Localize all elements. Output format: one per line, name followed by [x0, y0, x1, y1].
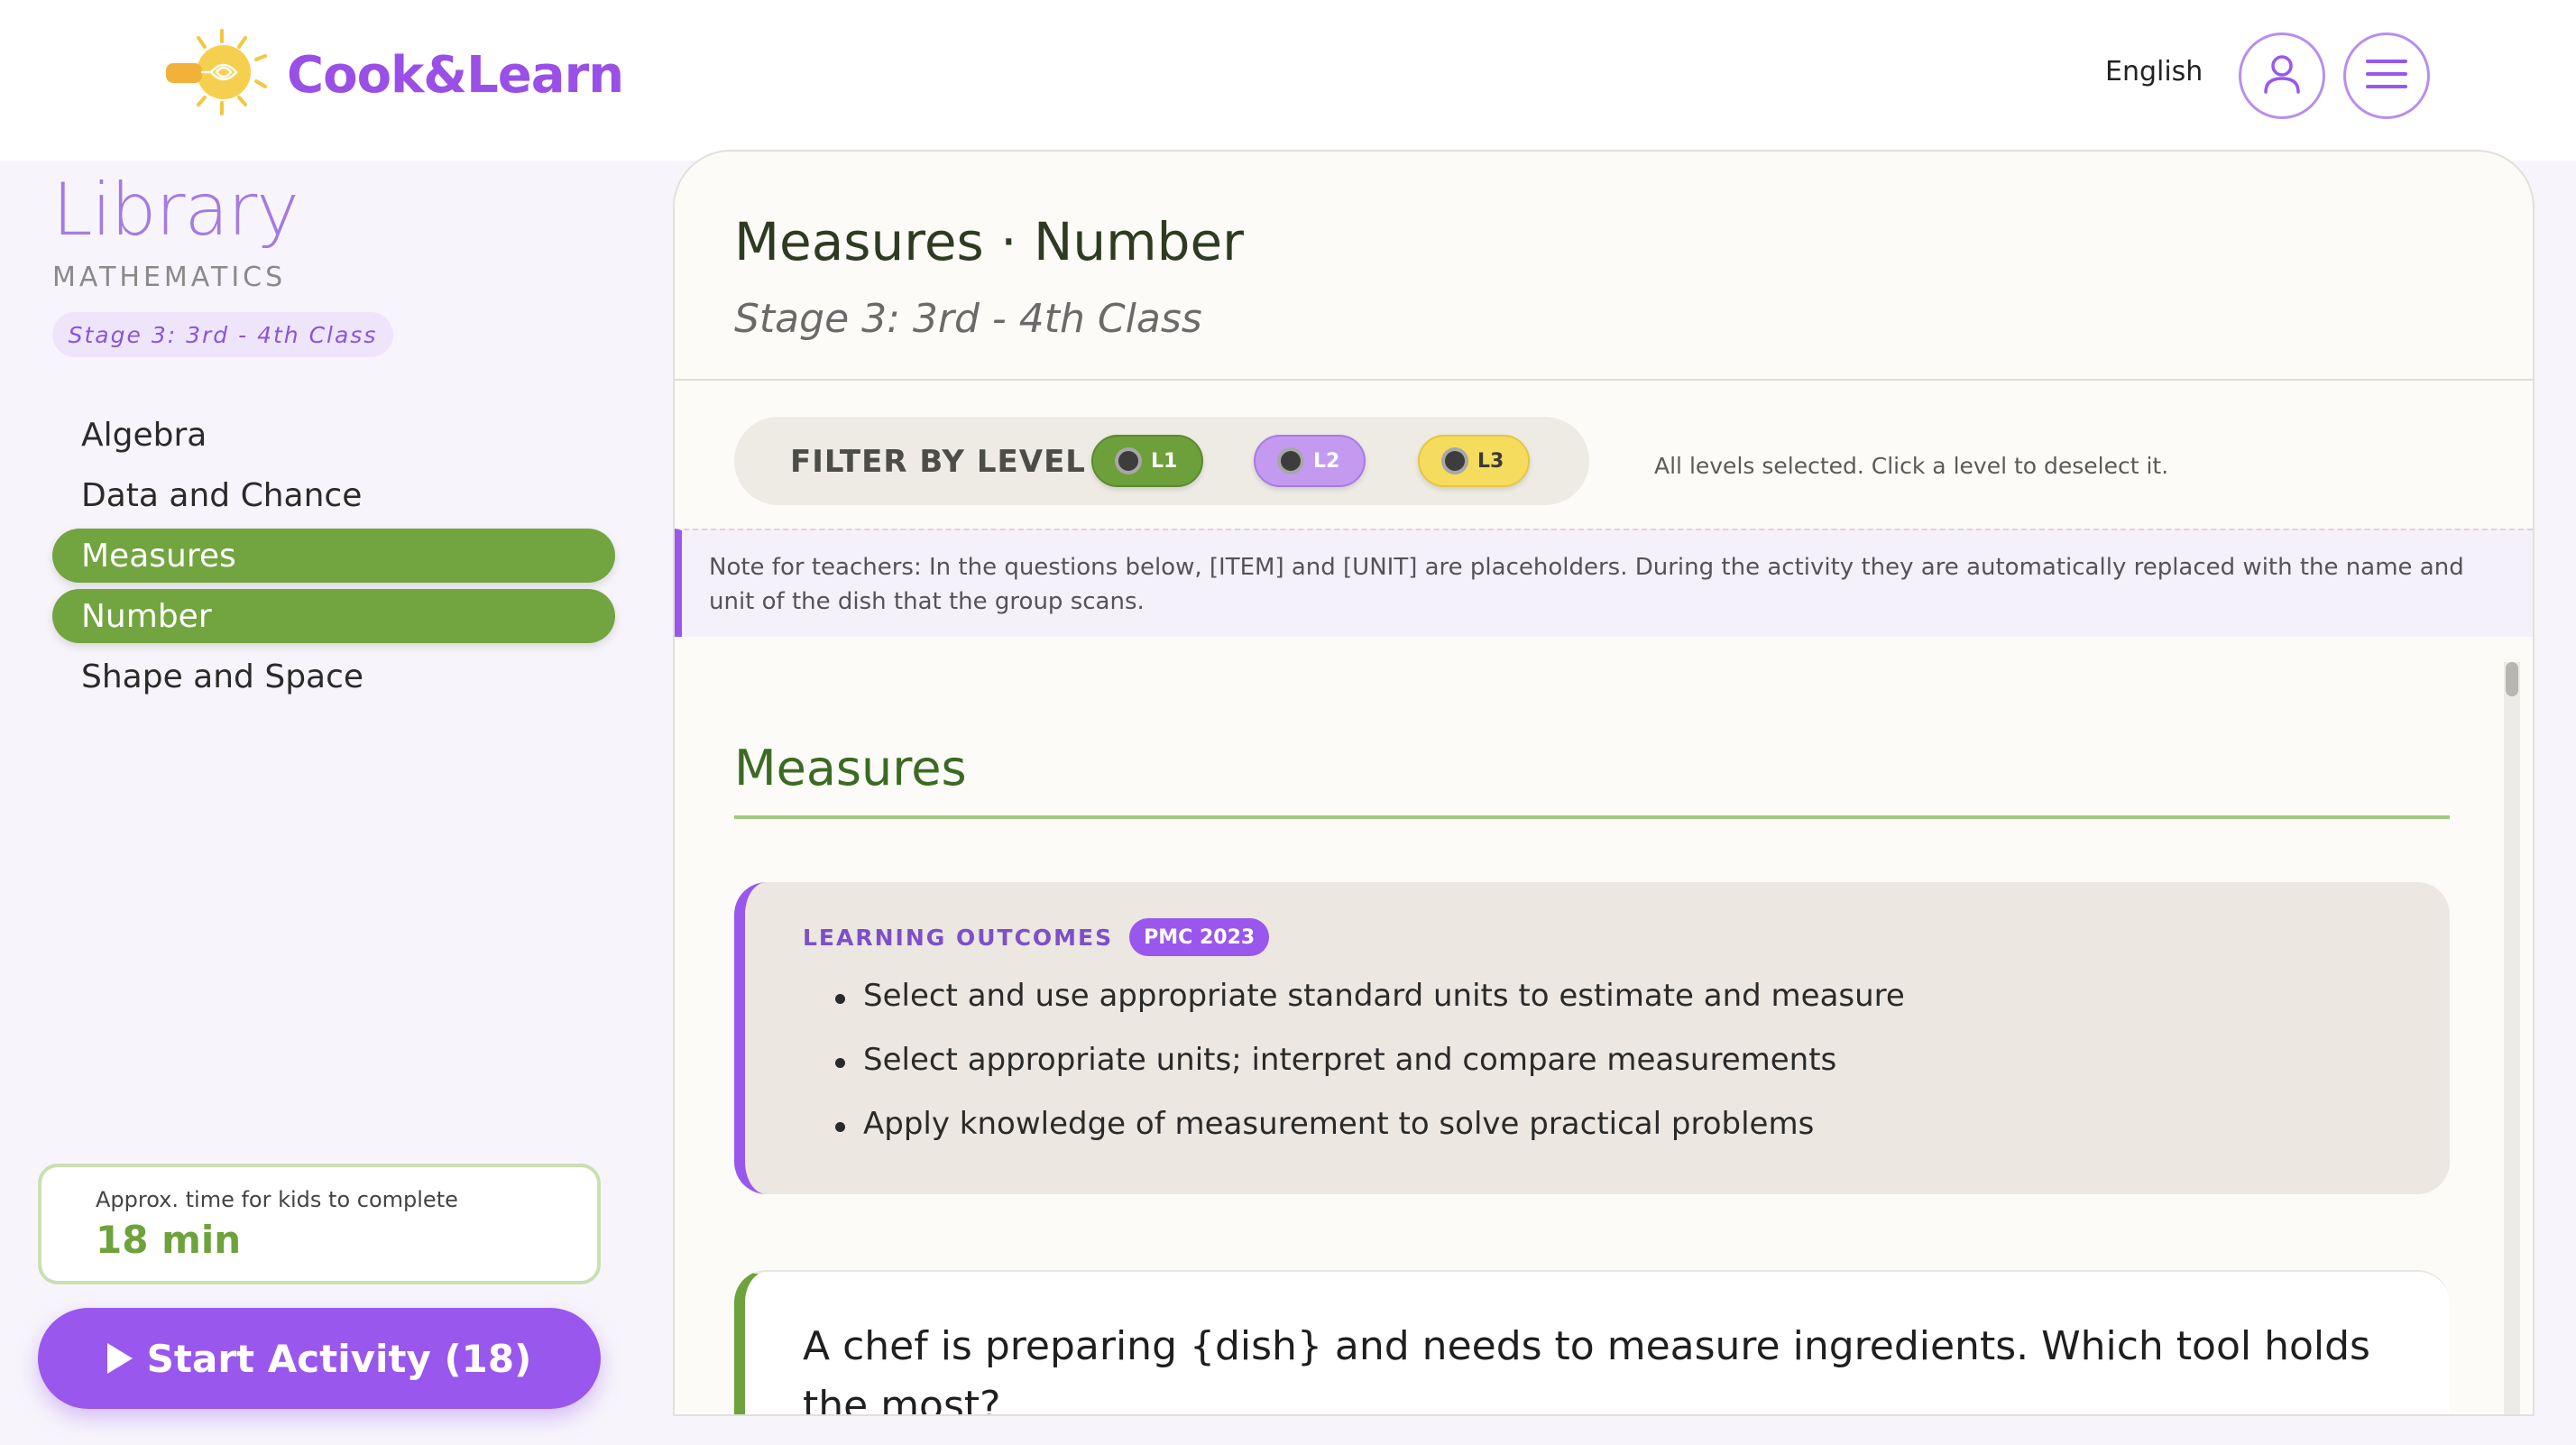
section-divider: [734, 815, 2450, 819]
filter-label: FILTER BY LEVEL: [790, 444, 1086, 480]
nav-item-data-and-chance[interactable]: Data and Chance: [52, 468, 615, 522]
question-card[interactable]: A chef is preparing {dish} and needs to …: [734, 1270, 2450, 1416]
level-toggle-l1[interactable]: L1: [1091, 435, 1203, 487]
stage-badge: Stage 3: 3rd - 4th Class: [52, 312, 393, 357]
hamburger-menu-icon: [2364, 56, 2409, 96]
nav-item-shape-and-space[interactable]: Shape and Space: [52, 649, 615, 704]
content-panel: Measures · Number Stage 3: 3rd - 4th Cla…: [673, 150, 2535, 1416]
level-toggle-l2[interactable]: L2: [1254, 435, 1366, 487]
level-filter: FILTER BY LEVEL L1 L2 L3: [734, 417, 1589, 505]
nav-item-algebra[interactable]: Algebra: [52, 408, 615, 462]
learning-outcomes-label: LEARNING OUTCOMES: [803, 924, 1114, 951]
page-title: Measures · Number: [734, 211, 1245, 272]
level-toggle-l3[interactable]: L3: [1418, 435, 1530, 487]
bullet-icon: [835, 994, 845, 1004]
radio-dot-icon: [1115, 447, 1142, 474]
scrollbar-track[interactable]: [2504, 662, 2520, 1414]
time-estimate-card: Approx. time for kids to complete 18 min: [38, 1164, 601, 1284]
top-header: Cook&Learn English: [0, 0, 2576, 161]
user-profile-button[interactable]: [2239, 32, 2325, 119]
radio-dot-icon: [1441, 447, 1468, 474]
user-icon: [2259, 51, 2305, 101]
list-item: Apply knowledge of measurement to solve …: [835, 1106, 1905, 1170]
list-item: Select appropriate units; interpret and …: [835, 1042, 1905, 1106]
subject-label: MATHEMATICS: [52, 262, 287, 293]
teacher-note: Note for teachers: In the questions belo…: [675, 529, 2533, 637]
bullet-icon: [835, 1122, 845, 1132]
time-estimate-value: 18 min: [96, 1218, 242, 1262]
level-label: L2: [1313, 449, 1340, 473]
nav-item-measures[interactable]: Measures: [52, 529, 615, 583]
language-selector[interactable]: English: [2105, 56, 2203, 87]
outcome-text: Select and use appropriate standard unit…: [863, 978, 1905, 1014]
list-item: Select and use appropriate standard unit…: [835, 978, 1905, 1042]
learning-outcomes-header: LEARNING OUTCOMES PMC 2023: [803, 918, 1270, 956]
outcome-text: Apply knowledge of measurement to solve …: [863, 1106, 1815, 1142]
topic-nav: Algebra Data and Chance Measures Number …: [52, 408, 615, 710]
outcome-text: Select appropriate units; interpret and …: [863, 1042, 1837, 1078]
level-label: L1: [1151, 449, 1178, 473]
brand-logo[interactable]: Cook&Learn: [159, 23, 624, 126]
bullet-icon: [835, 1058, 845, 1068]
section-title: Measures: [734, 740, 967, 796]
start-activity-button[interactable]: Start Activity (18): [38, 1308, 601, 1409]
scrollbar-thumb[interactable]: [2506, 662, 2518, 696]
start-activity-label: Start Activity (18): [146, 1336, 532, 1381]
curriculum-badge: PMC 2023: [1129, 918, 1270, 956]
question-text: A chef is preparing {dish} and needs to …: [803, 1323, 2370, 1416]
filter-hint: All levels selected. Click a level to de…: [1654, 453, 2169, 479]
learning-outcomes-list: Select and use appropriate standard unit…: [835, 978, 1905, 1170]
main-menu-button[interactable]: [2343, 32, 2430, 119]
time-estimate-label: Approx. time for kids to complete: [96, 1187, 458, 1212]
page-subtitle: Stage 3: 3rd - 4th Class: [734, 296, 1202, 342]
library-title: Library: [52, 168, 299, 252]
nav-item-number[interactable]: Number: [52, 589, 615, 643]
radio-dot-icon: [1277, 447, 1304, 474]
lightbulb-logo-icon: [159, 23, 278, 126]
brand-name: Cook&Learn: [287, 45, 624, 105]
header-divider: [675, 379, 2533, 381]
play-icon: [106, 1343, 133, 1374]
learning-outcomes-card: LEARNING OUTCOMES PMC 2023 Select and us…: [734, 882, 2450, 1194]
level-label: L3: [1477, 449, 1504, 473]
